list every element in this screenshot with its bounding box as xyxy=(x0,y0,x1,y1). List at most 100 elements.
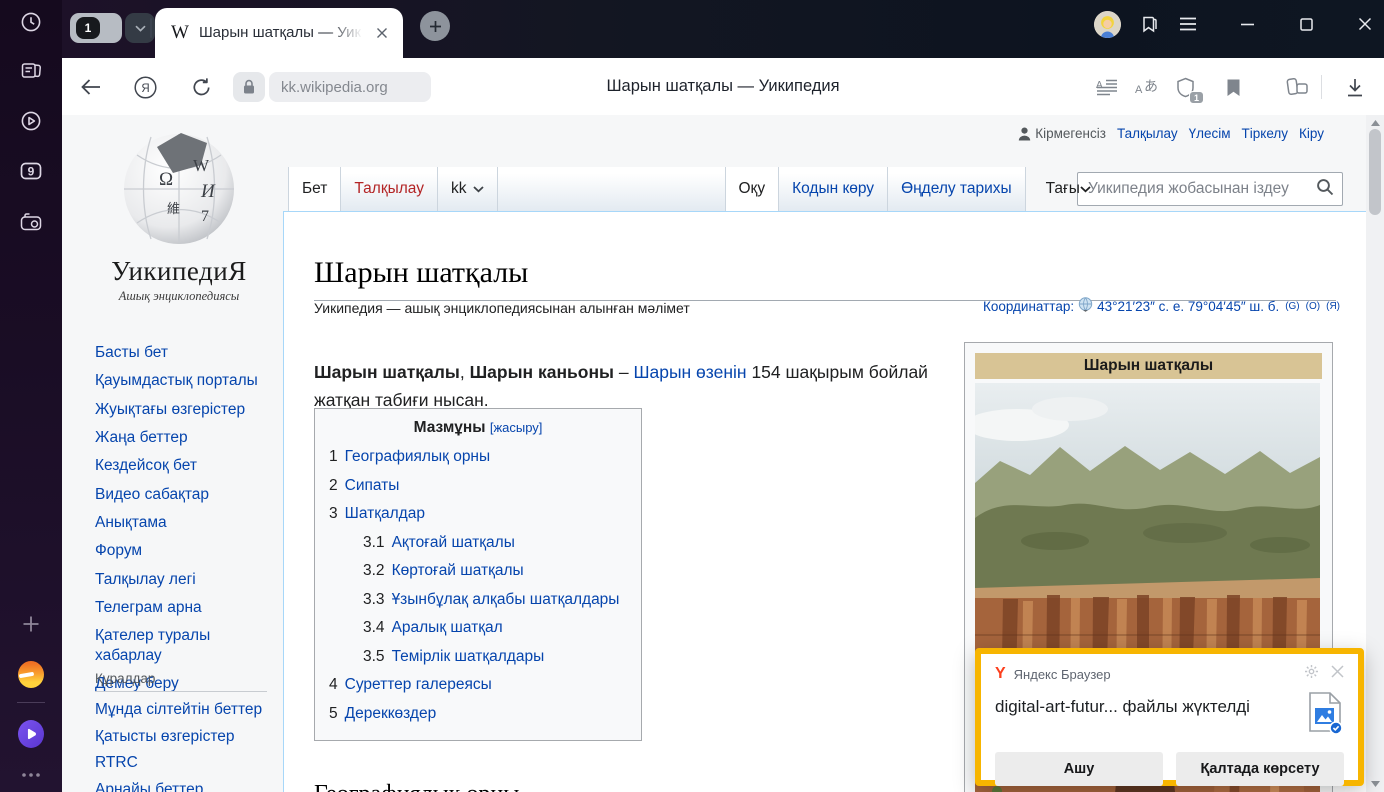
wikipedia-logo[interactable]: W Ω И 維 7 УикипедиЯ Ашық энциклопедиясы xyxy=(84,129,274,304)
tools-item-special-pages[interactable]: Арнайы беттер xyxy=(95,781,280,792)
history-icon[interactable] xyxy=(18,9,44,35)
notes-icon[interactable] xyxy=(18,58,44,84)
download-notification: Y Яндекс Браузер digital-art-futur... фа… xyxy=(975,648,1364,786)
new-tab-button[interactable] xyxy=(420,11,450,41)
toc-item[interactable]: 3.1Ақтоғай шатқалы xyxy=(329,529,627,558)
window-maximize-button[interactable] xyxy=(1295,13,1317,35)
tab-counter-icon[interactable]: 9 xyxy=(18,158,44,184)
personal-link-talk[interactable]: Талқылау xyxy=(1117,126,1178,141)
wiki-search-box[interactable] xyxy=(1077,172,1343,206)
toc-item[interactable]: 3.3Ұзынбұлақ алқабы шатқалдары xyxy=(329,586,627,615)
reload-icon[interactable] xyxy=(188,74,214,100)
sidebar-item-report-errors[interactable]: Қателер туралы хабарлау xyxy=(95,626,280,666)
tab-history[interactable]: Өңделу тарихы xyxy=(888,167,1026,211)
extensions-icon[interactable] xyxy=(1285,74,1311,100)
dock-more-icon[interactable] xyxy=(18,762,44,788)
tab-title: Шарын шатқалы — Уик xyxy=(199,23,371,43)
protect-shield-icon[interactable]: 1 xyxy=(1172,74,1198,100)
address-toolbar: Я kk.wikipedia.org Шарын шатқалы — Уикип… xyxy=(62,58,1384,115)
notification-close-icon[interactable] xyxy=(1331,665,1344,683)
toc-item[interactable]: 1Географиялық орны xyxy=(329,443,627,472)
wikipedia-wordmark: УикипедиЯ xyxy=(84,256,274,287)
tools-item-what-links-here[interactable]: Мұнда сілтейтін беттер xyxy=(95,701,280,719)
tab-close-icon[interactable] xyxy=(371,22,393,44)
notification-settings-icon[interactable] xyxy=(1304,664,1319,684)
menu-icon[interactable] xyxy=(1177,13,1199,35)
coords-sup-o[interactable]: (O) xyxy=(1306,301,1320,312)
site-subtitle: Уикипедия — ашық энциклопедиясынан алынғ… xyxy=(314,300,690,316)
show-in-folder-button[interactable]: Қалтада көрсету xyxy=(1176,752,1344,786)
downloaded-image-file-icon[interactable] xyxy=(1308,691,1344,740)
toc-item[interactable]: 2Сипаты xyxy=(329,472,627,501)
toc-item[interactable]: 3.4Аралық шатқал xyxy=(329,614,627,643)
bookmark-icon[interactable] xyxy=(1220,74,1246,100)
yandex-app-icon[interactable] xyxy=(18,661,44,687)
reader-mode-icon[interactable]: A xyxy=(1094,74,1120,100)
sidebar-item-help[interactable]: Анықтама xyxy=(95,513,280,533)
toc-item[interactable]: 4Суреттер галереясы xyxy=(329,671,627,700)
open-file-button[interactable]: Ашу xyxy=(995,752,1163,786)
scroll-down-arrow[interactable] xyxy=(1366,776,1384,792)
coords-sup-g[interactable]: (G) xyxy=(1285,301,1299,312)
translate-icon[interactable]: Aあ xyxy=(1134,74,1160,100)
sidebar-item-recent-changes[interactable]: Жуықтағы өзгерістер xyxy=(95,400,280,420)
tab-group-count: 1 xyxy=(76,17,100,39)
dock-add-icon[interactable] xyxy=(18,611,44,637)
personal-bar: Кірмегенсіз Талқылау Үлесім Тіркелу Кіру xyxy=(1018,126,1324,141)
tab-language-dropdown[interactable]: kk xyxy=(438,167,498,211)
coordinates-value-link[interactable]: 43°21′23″ с. е. 79°04′45″ ш. б. xyxy=(1097,299,1279,314)
search-input[interactable] xyxy=(1086,179,1316,199)
address-domain[interactable]: kk.wikipedia.org xyxy=(269,72,431,102)
screenshot-icon[interactable] xyxy=(18,209,44,235)
charyn-river-link[interactable]: Шарын өзенін xyxy=(633,362,746,382)
personal-link-contribs[interactable]: Үлесім xyxy=(1189,126,1231,141)
toc-hide-toggle[interactable]: [жасыру] xyxy=(490,420,543,435)
tab-read[interactable]: Оқу xyxy=(726,167,780,211)
alice-assistant-icon[interactable] xyxy=(18,721,44,747)
page-scrollbar[interactable] xyxy=(1366,115,1384,792)
tab-more-dropdown[interactable]: Тағы xyxy=(1040,167,1097,211)
toc-item[interactable]: 3.2Көртоғай шатқалы xyxy=(329,557,627,586)
svg-text:9: 9 xyxy=(28,165,35,179)
personal-link-register[interactable]: Тіркелу xyxy=(1242,126,1289,141)
toc-item[interactable]: 3Шатқалдар xyxy=(329,500,627,529)
video-play-icon[interactable] xyxy=(18,108,44,134)
globe-icon[interactable] xyxy=(1078,297,1093,315)
chevron-down-icon xyxy=(1080,180,1091,198)
coordinates-label-link[interactable]: Координаттар: xyxy=(983,299,1074,314)
lock-icon[interactable] xyxy=(233,72,265,102)
svg-text:Ω: Ω xyxy=(159,169,173,190)
sidebar-item-community-portal[interactable]: Қауымдастық порталы xyxy=(95,371,280,391)
coords-sup-ya[interactable]: (Я) xyxy=(1326,301,1340,312)
active-tab[interactable]: W Шарын шатқалы — Уик xyxy=(155,8,403,58)
toolbar-divider xyxy=(1321,75,1322,99)
back-icon[interactable] xyxy=(78,74,104,100)
sidebar-item-main-page[interactable]: Басты бет xyxy=(95,343,280,363)
toc-title: Мазмұны xyxy=(414,419,486,436)
scrollbar-thumb[interactable] xyxy=(1369,129,1381,215)
toc-item[interactable]: 5Дереккөздер xyxy=(329,700,627,729)
tab-group-chip[interactable]: 1 xyxy=(70,13,122,43)
toc-item[interactable]: 3.5Темірлік шатқалдары xyxy=(329,643,627,672)
personal-link-login[interactable]: Кіру xyxy=(1299,126,1324,141)
sidebar-item-forum[interactable]: Форум xyxy=(95,541,280,561)
downloads-icon[interactable] xyxy=(1342,74,1368,100)
tab-page[interactable]: Бет xyxy=(288,167,341,211)
sidebar-item-new-pages[interactable]: Жаңа беттер xyxy=(95,428,280,448)
sidebar-item-telegram[interactable]: Телеграм арна xyxy=(95,598,280,618)
tools-item-related-changes[interactable]: Қатысты өзгерістер xyxy=(95,728,280,746)
profile-avatar[interactable] xyxy=(1094,11,1121,38)
yandex-home-icon[interactable]: Я xyxy=(132,74,158,100)
window-minimize-button[interactable] xyxy=(1236,13,1258,35)
sidebar-item-discussion-feed[interactable]: Талқылау легі xyxy=(95,570,280,590)
tab-view-source[interactable]: Кодын көру xyxy=(779,167,888,211)
tab-strip: 1 W Шарын шатқалы — Уик xyxy=(62,0,1384,58)
bookmarks-panel-icon[interactable] xyxy=(1138,13,1160,35)
window-close-button[interactable] xyxy=(1354,13,1376,35)
search-icon[interactable] xyxy=(1316,178,1334,201)
tab-talk[interactable]: Талқылау xyxy=(341,167,438,211)
sidebar-item-video-lessons[interactable]: Видео сабақтар xyxy=(95,485,280,505)
tools-item-rtrc[interactable]: RTRC xyxy=(95,754,280,772)
sidebar-item-random-page[interactable]: Кездейсоқ бет xyxy=(95,456,280,476)
tab-bar-filler xyxy=(498,167,726,211)
